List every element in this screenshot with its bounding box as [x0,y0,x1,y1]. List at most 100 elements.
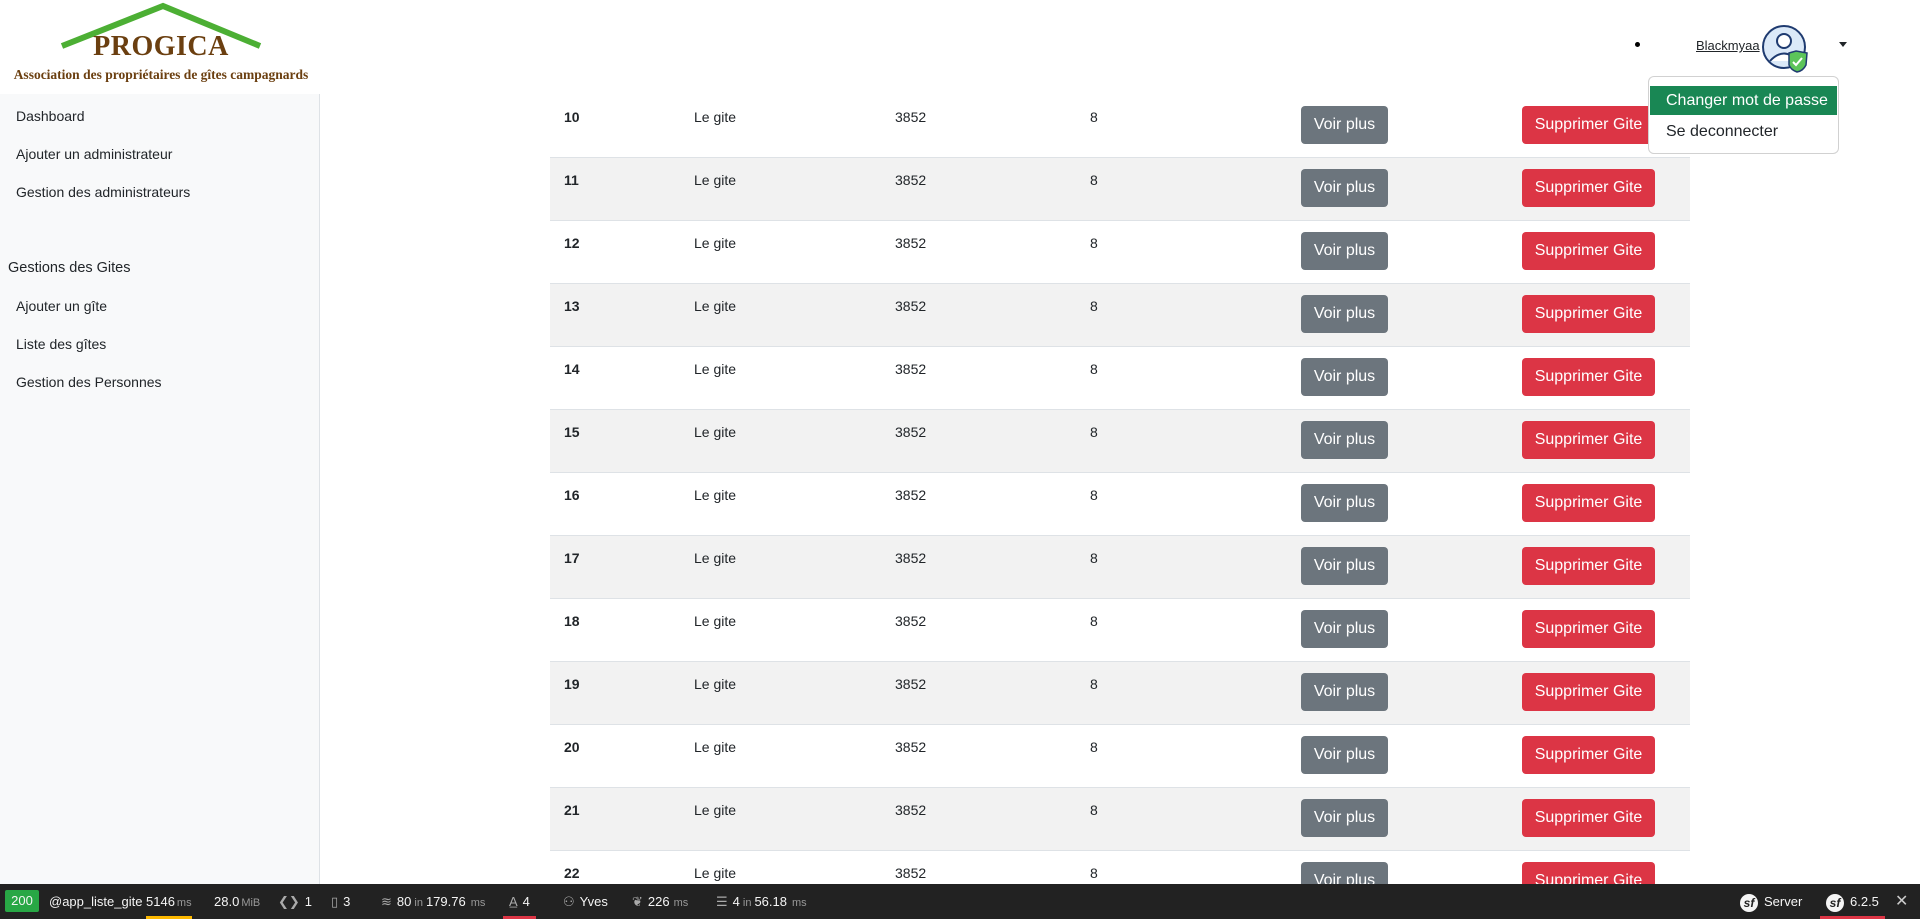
delete-gite-button[interactable]: Supprimer Gite [1522,106,1655,144]
logs-icon: ❮❯ [278,894,300,909]
view-more-button[interactable]: Voir plus [1301,736,1388,774]
logs-count: 1 [304,894,313,909]
toolbar-server[interactable]: sf Server [1740,884,1802,919]
row-name: Le gite [694,361,737,377]
table-row: 14 Le gite 3852 8 Voir plus Supprimer Gite [550,347,1690,410]
view-more-button[interactable]: Voir plus [1301,547,1388,585]
gites-table: 10 Le gite 3852 8 Voir plus Supprimer Gite 11 L… [550,97,1690,884]
view-more-button[interactable]: Voir plus [1301,106,1388,144]
brand-logo: PROGICA Association des propriétaires de… [0,0,322,92]
row-number: 3852 [895,235,927,251]
row-number: 3852 [895,298,927,314]
sidebar: Dashboard Ajouter un administrateur Gest… [0,94,320,884]
row-capacity: 8 [1090,550,1098,566]
delete-gite-button[interactable]: Supprimer Gite [1522,547,1655,585]
symfony-version: 6.2.5 [1850,894,1879,909]
row-capacity: 8 [1090,613,1098,629]
delete-gite-button[interactable]: Supprimer Gite [1522,484,1655,522]
sidebar-item-add-gite[interactable]: Ajouter un gîte [16,298,107,314]
toolbar-translation[interactable]: A̲ 4 [503,884,536,919]
toolbar-time[interactable]: 5146 ms [146,884,192,919]
view-more-button[interactable]: Voir plus [1301,673,1388,711]
row-id: 15 [564,424,580,440]
db-queries: 4 [732,894,740,909]
table-row: 20 Le gite 3852 8 Voir plus Supprimer Gite [550,725,1690,788]
row-name: Le gite [694,424,737,440]
row-id: 17 [564,550,580,566]
row-capacity: 8 [1090,361,1098,377]
cache-in: in [414,897,423,909]
delete-gite-button[interactable]: Supprimer Gite [1522,610,1655,648]
row-number: 3852 [895,172,927,188]
view-more-button[interactable]: Voir plus [1301,421,1388,459]
delete-gite-button[interactable]: Supprimer Gite [1522,862,1655,884]
delete-gite-button[interactable]: Supprimer Gite [1522,799,1655,837]
toolbar-memory[interactable]: 28.0 MiB [214,884,260,919]
close-icon[interactable]: ✕ [1895,884,1908,919]
toolbar-twig[interactable]: ❦ 226 ms [632,884,688,919]
time-unit: ms [176,897,192,909]
table-row: 17 Le gite 3852 8 Voir plus Supprimer Gite [550,536,1690,599]
toolbar-database[interactable]: ☰ 4 in 56.18 ms [716,884,807,919]
memory-value: 28.0 [214,894,240,909]
brand-title: PROGICA [93,31,229,62]
row-capacity: 8 [1090,676,1098,692]
route-name[interactable]: @app_liste_gite [49,884,142,919]
sidebar-item-manage-admins[interactable]: Gestion des administrateurs [16,184,190,200]
chevron-down-icon[interactable] [1839,42,1847,47]
db-time: 56.18 [754,894,787,909]
translation-count: 4 [522,894,530,909]
delete-gite-button[interactable]: Supprimer Gite [1522,232,1655,270]
row-number: 3852 [895,739,927,755]
row-name: Le gite [694,487,737,503]
delete-gite-button[interactable]: Supprimer Gite [1522,358,1655,396]
view-more-button[interactable]: Voir plus [1301,358,1388,396]
twig-unit: ms [673,897,689,909]
row-number: 3852 [895,802,927,818]
row-capacity: 8 [1090,802,1098,818]
logout-item[interactable]: Se deconnecter [1650,118,1837,146]
row-capacity: 8 [1090,298,1098,314]
table-row: 21 Le gite 3852 8 Voir plus Supprimer Gite [550,788,1690,851]
table-row: 16 Le gite 3852 8 Voir plus Supprimer Gite [550,473,1690,536]
delete-gite-button[interactable]: Supprimer Gite [1522,295,1655,333]
sidebar-item-add-admin[interactable]: Ajouter un administrateur [16,146,172,162]
row-id: 18 [564,613,580,629]
user-dropdown-menu: Changer mot de passe Se deconnecter [1648,76,1839,154]
user-name: Yves [579,894,608,909]
toolbar-logs[interactable]: ❮❯ 1 [278,884,312,919]
row-id: 11 [564,172,579,188]
view-more-button[interactable]: Voir plus [1301,862,1388,884]
row-id: 16 [564,487,580,503]
row-number: 3852 [895,613,927,629]
sidebar-item-list-gites[interactable]: Liste des gîtes [16,336,106,352]
table-row: 18 Le gite 3852 8 Voir plus Supprimer Gite [550,599,1690,662]
view-more-button[interactable]: Voir plus [1301,232,1388,270]
debug-toolbar: 200 @app_liste_gite 5146 ms 28.0 MiB ❮❯ 1 ▯… [0,884,1920,919]
row-capacity: 8 [1090,739,1098,755]
view-more-button[interactable]: Voir plus [1301,799,1388,837]
view-more-button[interactable]: Voir plus [1301,610,1388,648]
row-capacity: 8 [1090,235,1098,251]
delete-gite-button[interactable]: Supprimer Gite [1522,673,1655,711]
cache-layers-icon: ≋ [381,894,392,909]
toolbar-user[interactable]: ⚇ Yves [563,884,608,919]
delete-gite-button[interactable]: Supprimer Gite [1522,169,1655,207]
toolbar-cache[interactable]: ≋ 80 in 179.76 ms [381,884,485,919]
row-name: Le gite [694,298,737,314]
delete-gite-button[interactable]: Supprimer Gite [1522,736,1655,774]
twig-icon: ❦ [632,894,643,909]
toolbar-version[interactable]: sf 6.2.5 [1820,884,1885,919]
user-verified-icon[interactable] [1761,24,1813,74]
toolbar-forms[interactable]: ▯ 3 [331,884,350,919]
status-badge[interactable]: 200 [5,890,39,912]
delete-gite-button[interactable]: Supprimer Gite [1522,421,1655,459]
change-password-item[interactable]: Changer mot de passe [1650,86,1837,115]
view-more-button[interactable]: Voir plus [1301,484,1388,522]
row-name: Le gite [694,676,737,692]
sidebar-item-dashboard[interactable]: Dashboard [16,108,85,124]
view-more-button[interactable]: Voir plus [1301,169,1388,207]
username-link[interactable]: Blackmyaa [1696,38,1760,53]
sidebar-item-manage-persons[interactable]: Gestion des Personnes [16,374,162,390]
view-more-button[interactable]: Voir plus [1301,295,1388,333]
